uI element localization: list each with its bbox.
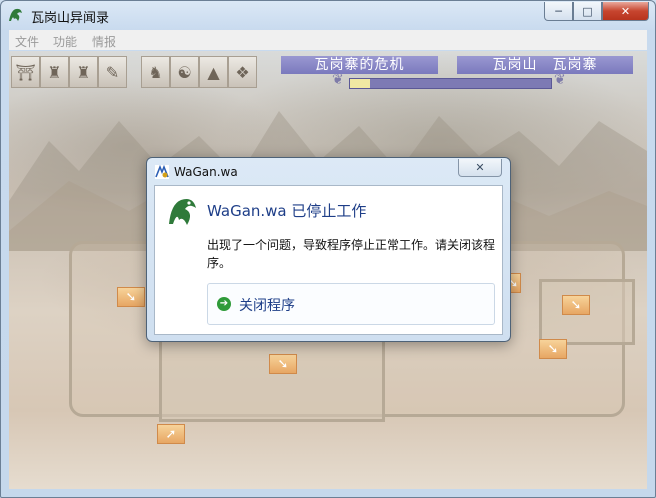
location-banner: 瓦岗山 瓦岗寨 [457,56,633,74]
window-title: 瓦岗山异闻录 [31,11,110,26]
bird-right-icon: ❦ [554,72,566,88]
bird-left-icon: ❦ [332,72,344,88]
menu-intel[interactable]: 情报 [92,33,116,50]
dialog-title: WaGan.wa [174,165,238,179]
menu-file[interactable]: 文件 [15,33,39,50]
close-program-button[interactable]: ➔ 关闭程序 [207,283,495,325]
map-arrow-marker[interactable]: ➚ [157,424,185,444]
palace-icon[interactable]: ♜ [40,56,69,88]
progress-bar [349,78,552,89]
map-arrow-marker[interactable]: ➘ [539,339,567,359]
dialog-message: 出现了一个问题，导致程序停止正常工作。请关闭该程序。 [207,238,496,270]
menu-function[interactable]: 功能 [53,33,77,50]
menu-bar: 文件 功能 情报 [9,30,647,50]
app-icon [155,165,169,179]
progress-fill [350,79,371,88]
mountain-icon[interactable]: ▲ [199,56,228,88]
palace-icon[interactable]: ♜ [69,56,98,88]
minimize-button[interactable]: ─ [544,2,573,21]
scenario-banner: 瓦岗寨的危机 [281,56,438,74]
city-gate-icon[interactable]: ⛩ [11,56,40,88]
general-icon[interactable]: ☯ [170,56,199,88]
scroll-icon[interactable]: ✎ [98,56,127,88]
dialog-body: WaGan.wa 已停止工作 出现了一个问题，导致程序停止正常工作。请关闭该程序… [154,185,503,335]
soldier-icon[interactable]: ♞ [141,56,170,88]
dragon-icon [169,199,196,225]
map-arrow-marker[interactable]: ➘ [269,354,297,374]
dragon-app-icon [9,8,22,21]
title-bar[interactable]: 瓦岗山异闻录 ─ □ ✕ [1,1,655,29]
book-icon[interactable]: ❖ [228,56,257,88]
dialog-heading: WaGan.wa 已停止工作 [207,202,367,220]
dialog-close-button[interactable]: ✕ [458,159,502,177]
map-arrow-marker[interactable]: ➘ [117,287,145,307]
close-button[interactable]: ✕ [602,2,649,21]
map-arrow-marker[interactable]: ➘ [562,295,590,315]
close-program-label: 关闭程序 [239,298,295,314]
fortress-inner-wall [159,336,385,422]
arrow-right-icon: ➔ [217,297,231,311]
maximize-button[interactable]: □ [573,2,602,21]
crash-dialog: WaGan.wa ✕ WaGan.wa 已停止工作 出现了一个问题，导致程序停止… [146,157,511,342]
